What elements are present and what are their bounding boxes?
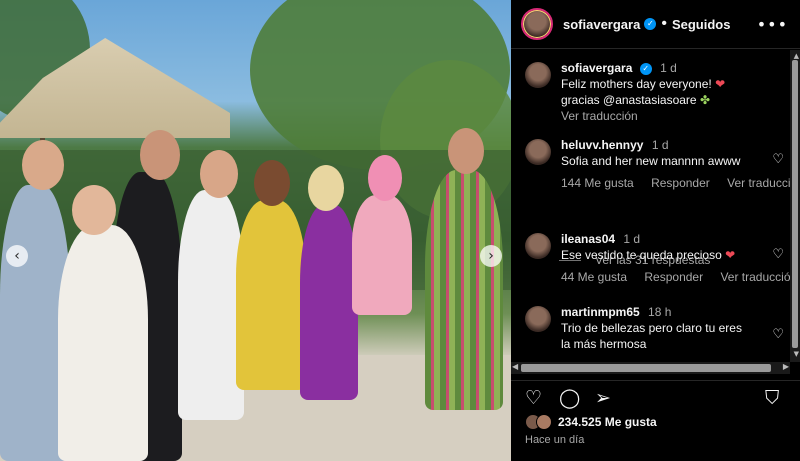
avatar[interactable] — [525, 62, 551, 88]
comment-item: ileanas04 1 d Ese vestido te queda preci… — [525, 231, 797, 285]
comment-username[interactable]: ileanas04 — [561, 232, 615, 246]
separator-dot: • — [661, 15, 667, 32]
person — [58, 225, 148, 461]
horizontal-scrollbar[interactable]: ◀ ▶ — [511, 362, 790, 374]
heart-icon[interactable]: ♡ — [525, 387, 542, 409]
avatar[interactable] — [525, 139, 551, 165]
person — [300, 205, 358, 400]
scrollbar-thumb[interactable] — [792, 60, 798, 348]
like-comment-heart-icon[interactable]: ♡ — [772, 247, 784, 262]
avatar[interactable] — [525, 233, 551, 259]
chevron-left-icon: ‹ — [14, 248, 20, 264]
person — [352, 195, 412, 315]
reply-button[interactable]: Responder — [644, 270, 703, 284]
person-head — [140, 130, 180, 180]
comment-item: heluvv.hennyy 1 d Sofia and her new mann… — [525, 137, 800, 191]
heart-emoji-icon: ❤ — [725, 248, 736, 262]
caption-time: 1 d — [660, 61, 677, 75]
avatar[interactable] — [521, 8, 553, 40]
person-head — [368, 155, 402, 201]
person — [178, 190, 244, 420]
heart-emoji-icon: ❤ — [715, 77, 726, 91]
scroll-up-arrow-icon[interactable]: ▲ — [794, 52, 799, 60]
person-head — [72, 185, 116, 235]
person-head — [254, 160, 290, 206]
like-comment-heart-icon[interactable]: ♡ — [772, 152, 784, 167]
post-header: sofiavergara ✓ • Seguidos ••• — [511, 0, 800, 49]
caption-text: gracias @anastasiasoare — [561, 93, 697, 107]
comment-likes[interactable]: 144 Me gusta — [561, 176, 634, 190]
person-head — [448, 128, 484, 174]
comment-item: martinmpm65 18 h Trio de bellezas pero c… — [525, 304, 793, 352]
comment-username[interactable]: heluvv.hennyy — [561, 138, 643, 152]
vertical-scrollbar[interactable] — [790, 50, 800, 362]
post-timestamp: Hace un día — [525, 434, 585, 446]
header-username[interactable]: sofiavergara — [563, 17, 640, 32]
caption: sofiavergara ✓ 1 d Feliz mothers day eve… — [525, 60, 793, 124]
next-photo-button[interactable]: › — [480, 245, 502, 267]
see-translation-link[interactable]: Ver traducción — [561, 108, 783, 124]
scroll-left-arrow-icon[interactable]: ◀ — [512, 362, 518, 371]
comment-time: 1 d — [651, 138, 669, 152]
cactus-emoji-icon: ✤ — [699, 93, 710, 107]
bookmark-icon[interactable]: ⛉ — [765, 387, 779, 409]
comment-text: Trio de bellezas pero claro tu eres — [561, 321, 742, 335]
share-icon[interactable]: ➢ — [595, 387, 611, 409]
person-head — [308, 165, 344, 211]
comment-time: 18 h — [648, 305, 672, 319]
avatar — [536, 414, 552, 430]
likes-count[interactable]: 234.525 Me gusta — [558, 415, 657, 429]
scroll-down-arrow-icon[interactable]: ▼ — [794, 350, 799, 358]
person — [425, 170, 503, 410]
verified-badge-icon: ✓ — [644, 18, 657, 30]
avatar[interactable] — [525, 306, 551, 332]
comments-list[interactable]: sofiavergara ✓ 1 d Feliz mothers day eve… — [511, 50, 800, 374]
following-button[interactable]: Seguidos — [672, 17, 731, 32]
see-translation-link[interactable]: Ver traducción — [720, 270, 797, 284]
comment-likes[interactable]: 44 Me gusta — [561, 270, 627, 284]
person-head — [22, 140, 64, 190]
like-comment-heart-icon[interactable]: ♡ — [772, 327, 784, 342]
comment-text: Ese vestido te queda precioso — [561, 248, 722, 262]
comment-username[interactable]: martinmpm65 — [561, 305, 640, 319]
post-photo[interactable]: ‹ › — [0, 0, 511, 461]
person-head — [200, 150, 238, 198]
verified-badge-icon: ✓ — [639, 62, 652, 75]
previous-photo-button[interactable]: ‹ — [6, 245, 28, 267]
likes-summary[interactable]: 234.525 Me gusta — [525, 414, 657, 430]
more-horizontal-icon[interactable]: ••• — [757, 15, 788, 34]
scrollbar-thumb[interactable] — [521, 364, 771, 372]
comment-text: Sofia and her new mannnn awww — [561, 154, 741, 168]
scroll-right-arrow-icon[interactable]: ▶ — [783, 362, 789, 371]
chevron-right-icon: › — [488, 248, 494, 264]
post-side-panel: sofiavergara ✓ • Seguidos ••• sofiaverga… — [511, 0, 800, 461]
comment-text: la más hermosa — [561, 337, 647, 351]
caption-username[interactable]: sofiavergara — [561, 61, 632, 75]
person — [236, 200, 306, 390]
reply-button[interactable]: Responder — [651, 176, 710, 190]
action-bar: ♡ ◯ ➢ ⛉ — [511, 380, 800, 414]
comment-icon[interactable]: ◯ — [559, 387, 580, 409]
caption-text: Feliz mothers day everyone! — [561, 77, 712, 91]
comment-time: 1 d — [623, 232, 641, 246]
